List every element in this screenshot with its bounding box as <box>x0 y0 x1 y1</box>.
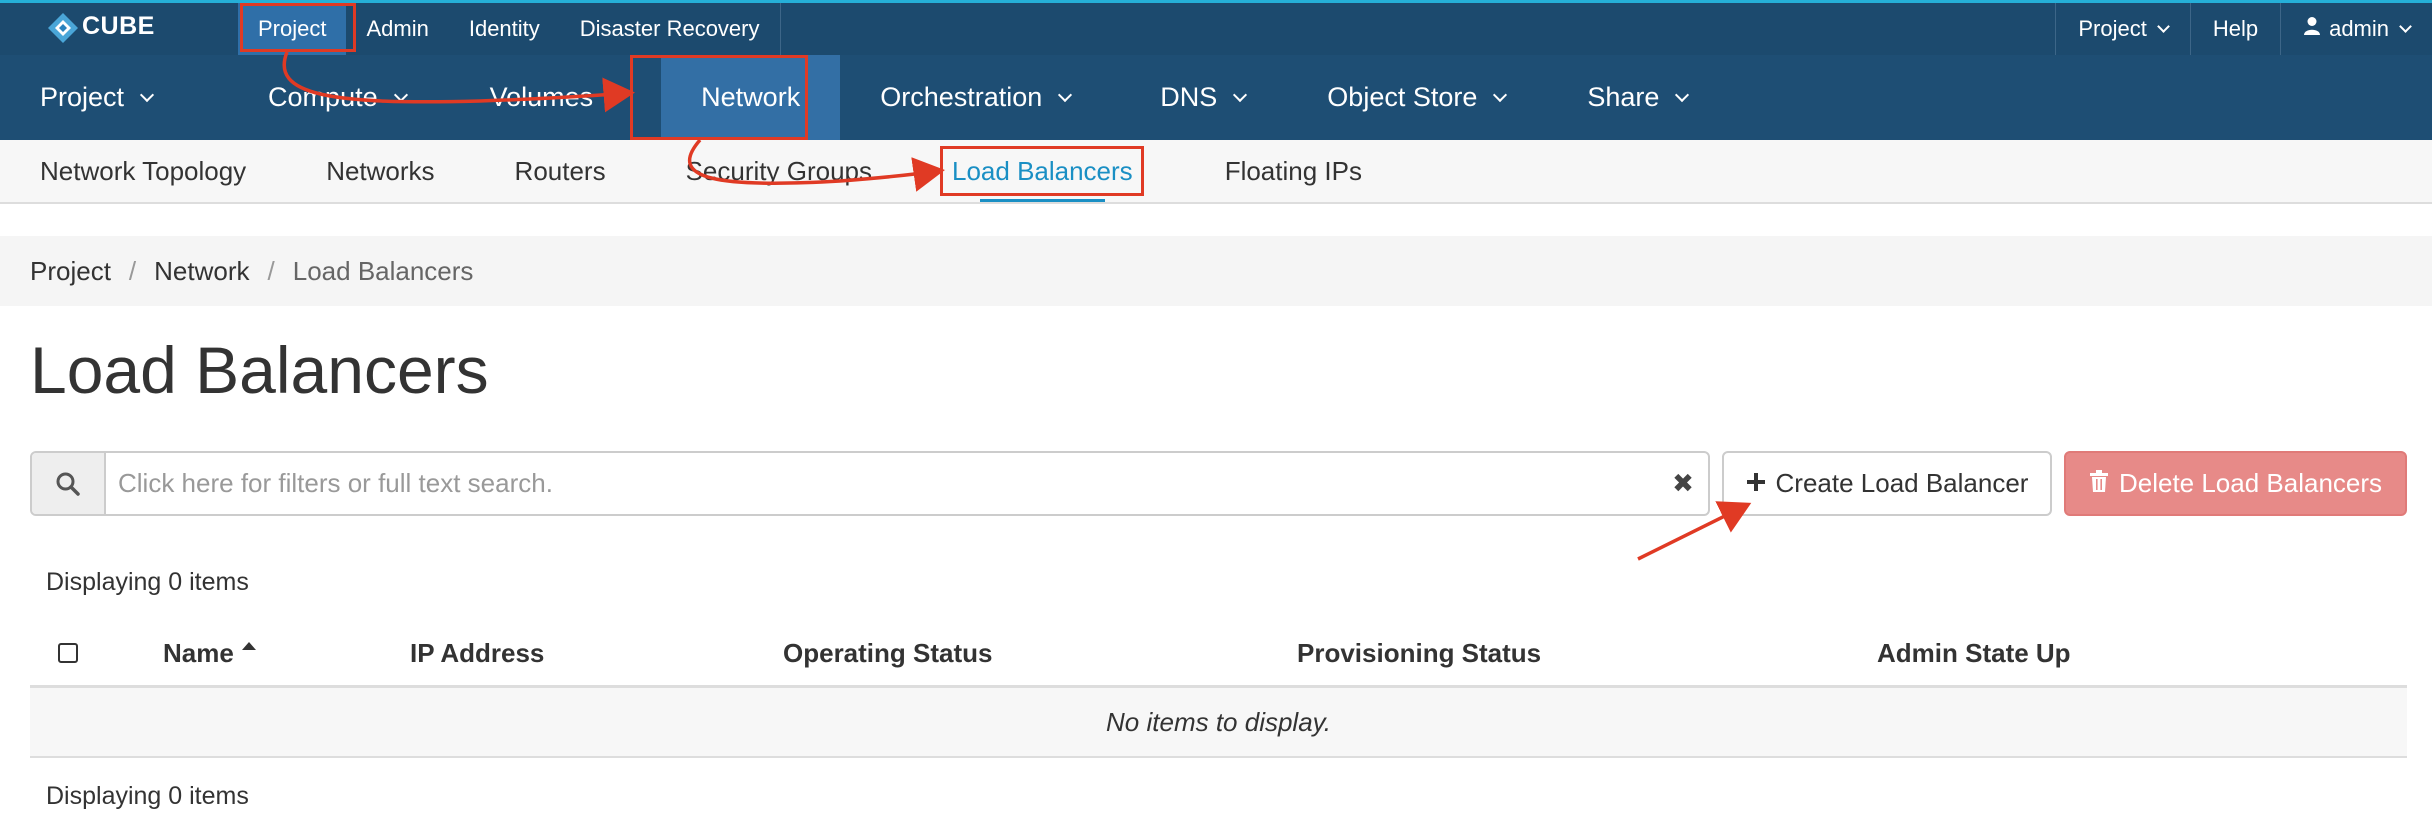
search-icon[interactable] <box>32 453 106 514</box>
trash-icon <box>2089 468 2109 499</box>
top-nav-project-label: Project <box>258 16 327 41</box>
column-provisioning-status[interactable]: Provisioning Status <box>1297 618 1541 688</box>
breadcrumb: Project / Network / Load Balancers <box>0 236 2432 306</box>
tab-networks[interactable]: Networks <box>286 140 474 202</box>
tab-load-balancers-label: Load Balancers <box>952 155 1133 186</box>
main-nav-dns-label: DNS <box>1160 82 1218 112</box>
breadcrumb-network[interactable]: Network <box>154 256 249 287</box>
filter-search-group: ✖ <box>30 451 1710 516</box>
delete-load-balancers-label: Delete Load Balancers <box>2118 468 2383 498</box>
main-nav-share-label: Share <box>1587 82 1660 112</box>
main-nav-volumes-label: Volumes <box>489 82 594 112</box>
main-nav-object-store[interactable]: Object Store <box>1285 55 1545 140</box>
top-nav-identity[interactable]: Identity <box>449 3 560 55</box>
breadcrumb-project[interactable]: Project <box>30 256 111 287</box>
top-bar: CUBE Project Admin Identity Disaster Rec… <box>0 0 2432 55</box>
top-nav-right: Project Help admin <box>2055 3 2432 55</box>
top-nav-project[interactable]: Project <box>238 3 347 55</box>
top-nav-disaster-recovery-label: Disaster Recovery <box>579 16 760 41</box>
main-nav-compute-label: Compute <box>268 82 378 112</box>
chevron-down-icon <box>1233 87 1248 102</box>
load-balancers-table: Name IP Address Operating Status Provisi… <box>30 618 2407 758</box>
top-nav-admin-label: Admin <box>366 16 429 41</box>
column-admin-state-up-label: Admin State Up <box>1877 637 2071 668</box>
create-load-balancer-button[interactable]: Create Load Balancer <box>1722 451 2052 516</box>
tab-load-balancers[interactable]: Load Balancers <box>940 140 1145 202</box>
tab-floating-ips[interactable]: Floating IPs <box>1185 140 1402 202</box>
column-admin-state-up[interactable]: Admin State Up <box>1877 618 2071 688</box>
main-nav-object-store-label: Object Store <box>1327 82 1478 112</box>
cube-logo-icon <box>46 11 78 43</box>
main-nav-project[interactable]: Project <box>0 55 192 140</box>
top-nav-admin[interactable]: Admin <box>346 3 448 55</box>
brand-logo[interactable]: CUBE <box>46 11 155 43</box>
main-nav: Project Compute Volumes Network Orchestr… <box>0 55 2432 140</box>
tab-routers[interactable]: Routers <box>475 140 646 202</box>
chevron-down-icon <box>2399 20 2412 33</box>
top-nav-identity-label: Identity <box>468 16 540 41</box>
chevron-down-icon <box>1493 87 1508 102</box>
project-dropdown[interactable]: Project <box>2056 3 2189 55</box>
display-count-top: Displaying 0 items <box>46 568 249 596</box>
column-name-label: Name <box>163 637 234 668</box>
main-nav-compute[interactable]: Compute <box>192 55 446 140</box>
column-provisioning-status-label: Provisioning Status <box>1297 637 1542 668</box>
column-name[interactable]: Name <box>163 618 256 688</box>
tab-floating-ips-label: Floating IPs <box>1224 155 1362 186</box>
main-nav-dns[interactable]: DNS <box>1110 55 1285 140</box>
main-nav-project-label: Project <box>40 82 125 112</box>
main-nav-orchestration-label: Orchestration <box>880 82 1043 112</box>
column-ip-address[interactable]: IP Address <box>410 618 544 688</box>
help-label: Help <box>2212 16 2259 41</box>
chevron-down-icon <box>1675 87 1690 102</box>
delete-load-balancers-button[interactable]: Delete Load Balancers <box>2064 451 2407 516</box>
select-all-cell <box>58 618 78 688</box>
sort-ascending-icon <box>241 642 256 650</box>
tab-routers-label: Routers <box>514 155 606 186</box>
chevron-down-icon <box>139 87 155 102</box>
breadcrumb-divider: / <box>267 255 275 286</box>
divider <box>779 3 781 55</box>
user-name: admin <box>2329 16 2389 41</box>
main-nav-orchestration[interactable]: Orchestration <box>840 55 1110 140</box>
chevron-down-icon <box>393 87 408 102</box>
column-operating-status[interactable]: Operating Status <box>783 618 992 688</box>
tab-network-topology-label: Network Topology <box>40 155 247 186</box>
brand-name: CUBE <box>82 11 155 40</box>
breadcrumb-load-balancers: Load Balancers <box>292 255 474 286</box>
main-nav-volumes[interactable]: Volumes <box>446 55 662 140</box>
chevron-down-icon <box>609 87 624 102</box>
tab-network-topology[interactable]: Network Topology <box>0 140 286 202</box>
clear-icon[interactable]: ✖ <box>1658 453 1708 514</box>
tab-networks-label: Networks <box>326 155 435 186</box>
empty-table-message: No items to display. <box>30 688 2407 758</box>
user-menu[interactable]: admin <box>2281 3 2432 55</box>
select-all-checkbox[interactable] <box>58 643 78 663</box>
tab-security-groups[interactable]: Security Groups <box>646 140 912 202</box>
chevron-down-icon <box>1058 87 1073 102</box>
search-input[interactable] <box>106 453 1658 514</box>
help-link[interactable]: Help <box>2191 3 2280 55</box>
display-count-bottom: Displaying 0 items <box>46 782 249 810</box>
breadcrumb-divider: / <box>128 255 137 286</box>
page-title: Load Balancers <box>30 333 489 407</box>
column-ip-address-label: IP Address <box>410 637 545 668</box>
chevron-down-icon <box>2156 20 2170 33</box>
main-nav-network-label: Network <box>701 82 801 112</box>
top-nav-disaster-recovery[interactable]: Disaster Recovery <box>560 3 780 55</box>
main-nav-share[interactable]: Share <box>1545 55 1727 140</box>
main-nav-network[interactable]: Network <box>661 55 841 140</box>
sub-nav: Network Topology Networks Routers Securi… <box>0 140 2432 204</box>
column-operating-status-label: Operating Status <box>783 637 993 668</box>
project-dropdown-label: Project <box>2078 16 2147 41</box>
tab-security-groups-label: Security Groups <box>685 155 872 186</box>
plus-icon <box>1746 468 1766 499</box>
top-nav-left: Project Admin Identity Disaster Recovery <box>238 3 781 55</box>
user-icon <box>2303 16 2321 42</box>
table-header: Name IP Address Operating Status Provisi… <box>30 618 2407 688</box>
create-load-balancer-label: Create Load Balancer <box>1775 468 2029 498</box>
